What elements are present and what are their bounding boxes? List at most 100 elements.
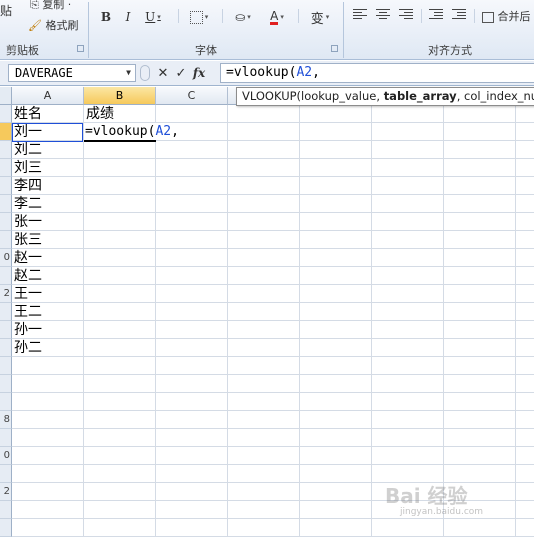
format-painter-button[interactable]: 🖌 格式刷	[28, 17, 78, 33]
clipboard-launcher-icon[interactable]	[77, 45, 84, 52]
formula-input[interactable]: =vlookup(A2,	[220, 63, 534, 83]
column-header-c[interactable]: C	[156, 87, 228, 105]
paste-button[interactable]: 贴	[0, 2, 12, 19]
row-header[interactable]	[0, 357, 12, 375]
borders-button[interactable]: ▾	[186, 8, 212, 26]
tooltip-current-arg: table_array	[383, 89, 457, 103]
column-header-a[interactable]: A	[12, 87, 84, 105]
format-painter-label: 格式刷	[45, 19, 79, 32]
row-header[interactable]: 8	[0, 411, 12, 429]
row-header[interactable]	[0, 321, 12, 339]
cell-a1[interactable]: 姓名	[12, 105, 42, 123]
row-header[interactable]	[0, 375, 12, 393]
divider	[421, 9, 422, 23]
gridline	[12, 284, 534, 285]
divider	[474, 9, 475, 23]
name-cell[interactable]: 王一	[12, 285, 42, 303]
formula-buttons: ✕ ✓ fx	[140, 64, 216, 82]
chevron-down-icon: ▾	[204, 13, 209, 21]
fill-color-button[interactable]: ⛀ ▾	[230, 8, 256, 26]
function-tooltip[interactable]: VLOOKUP(lookup_value, table_array, col_i…	[236, 87, 534, 106]
italic-button[interactable]: I	[120, 8, 136, 26]
gridline	[12, 158, 534, 159]
row-header[interactable]	[0, 177, 12, 195]
gridline	[12, 374, 534, 375]
name-cell[interactable]: 李二	[12, 195, 42, 213]
row-header[interactable]: 2	[0, 285, 12, 303]
worksheet-grid[interactable]: A B C 02802 姓名 成绩 刘一 刘二 刘三 李四 李二 张一 张三 赵一 赵二 王一 王二…	[0, 87, 534, 537]
enter-button[interactable]: ✓	[172, 64, 190, 82]
row-header[interactable]	[0, 195, 12, 213]
row-header[interactable]	[0, 213, 12, 231]
phonetic-button[interactable]: 变 ▾	[306, 8, 334, 27]
borders-icon	[189, 10, 203, 24]
cancel-button[interactable]: ✕	[154, 64, 172, 82]
gridline	[227, 105, 228, 537]
cell-b1[interactable]: 成绩	[84, 105, 114, 123]
increase-indent-icon[interactable]	[452, 9, 466, 21]
row-header[interactable]	[0, 429, 12, 447]
chevron-down-icon: ▾	[280, 13, 284, 21]
underline-button[interactable]: U ▾	[142, 8, 164, 26]
formula-text: =vlookup(	[226, 65, 297, 80]
divider	[298, 9, 299, 23]
gridline	[12, 356, 534, 357]
font-color-button[interactable]: A ▾	[264, 8, 290, 26]
name-cell[interactable]: 刘二	[12, 141, 42, 159]
row-header[interactable]	[0, 141, 12, 159]
active-cell-a2[interactable]	[12, 123, 83, 142]
decrease-indent-icon[interactable]	[429, 9, 443, 21]
column-header-b[interactable]: B	[84, 87, 156, 105]
row-header[interactable]	[0, 339, 12, 357]
name-cell[interactable]: 赵二	[12, 267, 42, 285]
row-header[interactable]	[0, 465, 12, 483]
name-cell[interactable]: 王二	[12, 303, 42, 321]
watermark-logo: Bai 经验	[385, 484, 468, 508]
tooltip-suffix: , col_index_num	[456, 89, 534, 103]
name-cell[interactable]: 李四	[12, 177, 42, 195]
font-launcher-icon[interactable]	[331, 45, 338, 52]
row-header[interactable]	[0, 231, 12, 249]
chevron-down-icon[interactable]: ▼	[126, 65, 131, 81]
row-header[interactable]	[0, 159, 12, 177]
row-header[interactable]	[0, 393, 12, 411]
name-box-value: DAVERAGE	[15, 66, 73, 80]
gridline	[12, 248, 534, 249]
copy-label: 复制 ·	[42, 0, 72, 11]
align-center-icon[interactable]	[376, 9, 390, 21]
copy-button[interactable]: ⎘ 复制 ·	[30, 0, 71, 12]
row-header[interactable]	[0, 105, 12, 123]
clipboard-group-label: 剪贴板	[6, 44, 39, 57]
brush-icon: 🖌	[28, 19, 42, 32]
row-header[interactable]	[0, 501, 12, 519]
row-header[interactable]	[0, 267, 12, 285]
bold-button[interactable]: B	[98, 8, 114, 26]
gridline	[155, 105, 156, 537]
align-right-icon[interactable]	[399, 9, 413, 21]
name-cell[interactable]: 张一	[12, 213, 42, 231]
name-cell[interactable]: 刘三	[12, 159, 42, 177]
formula-bar: DAVERAGE ▼ ✕ ✓ fx =vlookup(A2,	[0, 61, 534, 86]
row-header[interactable]	[0, 123, 12, 141]
gridline	[515, 105, 516, 537]
name-cell[interactable]: 孙一	[12, 321, 42, 339]
cell-b2-editing[interactable]: =vlookup(A2,	[84, 123, 179, 142]
watermark-url: jingyan.baidu.com	[400, 507, 484, 517]
row-header[interactable]: 0	[0, 249, 12, 267]
name-cell[interactable]: 张三	[12, 231, 42, 249]
row-header[interactable]: 2	[0, 483, 12, 501]
divider	[178, 9, 179, 23]
select-all-corner[interactable]	[0, 87, 12, 105]
ribbon: 贴 ⎘ 复制 · 🖌 格式刷 剪贴板 B I U ▾ ▾ ⛀ ▾ A ▾ 变 ▾ 字体 …	[0, 0, 534, 60]
row-header[interactable]	[0, 303, 12, 321]
name-box[interactable]: DAVERAGE ▼	[8, 64, 136, 82]
align-left-icon[interactable]	[353, 9, 367, 21]
name-cell[interactable]: 孙二	[12, 339, 42, 357]
name-cell[interactable]: 赵一	[12, 249, 42, 267]
font-color-label: A	[270, 8, 279, 25]
insert-function-button[interactable]: fx	[190, 64, 208, 82]
row-header[interactable]	[0, 519, 12, 537]
row-header[interactable]: 0	[0, 447, 12, 465]
merge-center-button[interactable]: 合并后	[482, 8, 531, 24]
paint-bucket-icon: ⛀	[235, 10, 246, 24]
